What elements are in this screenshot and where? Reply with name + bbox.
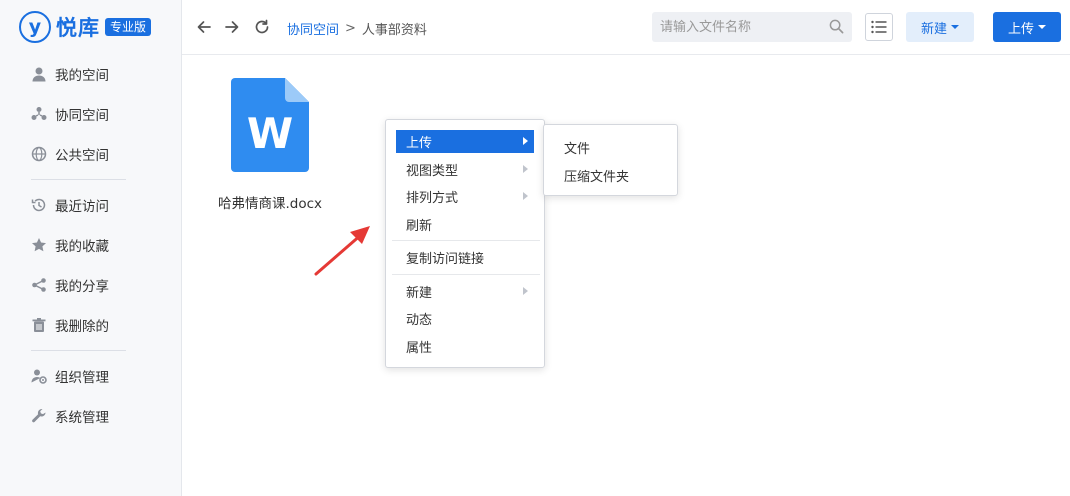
context-menu-item-upload[interactable]: 上传 [396, 130, 534, 153]
arrow-right-icon [225, 21, 239, 33]
user-icon [32, 67, 46, 82]
logo-mark-icon: y [19, 11, 51, 43]
breadcrumb-separator: > [345, 21, 356, 36]
file-item[interactable]: W 哈弗情商课.docx [214, 78, 326, 212]
caret-down-icon [1038, 25, 1046, 29]
edition-badge: 专业版 [105, 18, 152, 36]
context-menu-item-refresh[interactable]: 刷新 [396, 213, 534, 236]
context-menu-item-sort[interactable]: 排列方式 [396, 185, 534, 208]
breadcrumb-current: 人事部资料 [361, 23, 427, 38]
submenu-arrow-icon [523, 137, 528, 145]
back-button[interactable] [195, 18, 213, 36]
context-menu-item-copy-link[interactable]: 复制访问链接 [396, 246, 534, 269]
context-menu-item-view-type[interactable]: 视图类型 [396, 158, 534, 181]
forward-button[interactable] [223, 18, 241, 36]
menu-item-label: 动态 [406, 313, 433, 328]
submenu-arrow-icon [523, 165, 528, 173]
new-dropdown-button[interactable]: 新建 [906, 12, 974, 42]
submenu-item-file[interactable]: 文件 [564, 136, 590, 158]
sidebar-item-org-management[interactable]: 组织管理 [0, 356, 182, 396]
sidebar-nav: 我的空间 协同空间 公共空间 最近访问 我的收藏 我的分享 我删除的 组织管理 … [0, 54, 182, 436]
menu-item-label: 上传 [406, 136, 433, 151]
sidebar-item-shares[interactable]: 我的分享 [0, 265, 182, 305]
sidebar-item-my-space[interactable]: 我的空间 [0, 54, 182, 94]
menu-item-label: 视图类型 [406, 164, 459, 179]
sidebar-item-label: 系统管理 [55, 410, 109, 426]
sidebar-item-label: 我的分享 [55, 279, 109, 295]
nav-divider [31, 179, 126, 180]
breadcrumb-root-link[interactable]: 协同空间 [287, 19, 339, 38]
brand-logo[interactable]: y 悦库 专业版 [19, 10, 152, 44]
context-menu-item-activity[interactable]: 动态 [396, 307, 534, 330]
menu-item-label: 排列方式 [406, 191, 459, 206]
svg-text:W: W [247, 109, 293, 158]
submenu-arrow-icon [523, 192, 528, 200]
sidebar-item-system-management[interactable]: 系统管理 [0, 396, 182, 436]
sidebar-item-label: 我的收藏 [55, 239, 109, 255]
collaborate-icon [31, 107, 47, 120]
word-document-icon: W [231, 78, 309, 172]
context-menu: 上传 视图类型 排列方式 刷新 复制访问链接 新建 动态 属性 [385, 119, 545, 368]
sidebar-item-label: 我的空间 [55, 68, 109, 84]
sidebar-item-label: 我删除的 [55, 319, 109, 335]
menu-item-label: 属性 [406, 341, 433, 356]
submenu-arrow-icon [523, 287, 528, 295]
search-input[interactable] [652, 13, 820, 41]
new-button-label: 新建 [920, 21, 947, 37]
context-menu-item-new[interactable]: 新建 [396, 280, 534, 303]
list-view-icon [871, 20, 887, 34]
star-icon [32, 238, 46, 252]
app-window: y 悦库 专业版 我的空间 协同空间 公共空间 最近访问 我的收藏 我的分享 我… [0, 0, 1070, 496]
menu-separator [392, 240, 540, 241]
upload-submenu: 文件 压缩文件夹 [543, 124, 678, 196]
file-name: 哈弗情商课.docx [217, 196, 323, 212]
sidebar-item-label: 协同空间 [55, 108, 109, 124]
toolbar: 协同空间 > 人事部资料 新建 上传 [182, 0, 1070, 55]
globe-icon [31, 146, 47, 162]
brand-name: 悦库 [56, 16, 100, 40]
view-toggle-button[interactable] [865, 13, 893, 41]
upload-dropdown-button[interactable]: 上传 [993, 12, 1061, 42]
sidebar: y 悦库 专业版 我的空间 协同空间 公共空间 最近访问 我的收藏 我的分享 我… [0, 0, 182, 496]
org-icon [31, 369, 47, 384]
menu-item-label: 新建 [406, 286, 433, 301]
context-menu-item-properties[interactable]: 属性 [396, 335, 534, 358]
sidebar-item-deleted[interactable]: 我删除的 [0, 305, 182, 345]
trash-icon [32, 318, 46, 332]
menu-item-label: 复制访问链接 [406, 252, 485, 267]
sidebar-item-favorites[interactable]: 我的收藏 [0, 225, 182, 265]
menu-item-label: 刷新 [406, 219, 433, 234]
sidebar-item-label: 公共空间 [55, 148, 109, 164]
sidebar-item-label: 最近访问 [55, 199, 109, 215]
share-icon [32, 278, 46, 292]
history-icon [31, 198, 46, 212]
submenu-item-zip-folder[interactable]: 压缩文件夹 [564, 164, 629, 186]
arrow-left-icon [197, 21, 211, 33]
sidebar-item-label: 组织管理 [55, 370, 109, 386]
search-icon[interactable] [829, 19, 844, 34]
upload-button-label: 上传 [1007, 21, 1034, 37]
search-box [652, 12, 852, 42]
sidebar-item-collab-space[interactable]: 协同空间 [0, 94, 182, 134]
wrench-icon [32, 408, 46, 423]
sidebar-item-public-space[interactable]: 公共空间 [0, 134, 182, 174]
breadcrumb: 协同空间 > 人事部资料 [287, 19, 427, 38]
caret-down-icon [951, 25, 959, 29]
nav-divider [31, 350, 126, 351]
sidebar-item-recent[interactable]: 最近访问 [0, 185, 182, 225]
refresh-button[interactable] [253, 18, 271, 36]
refresh-icon [255, 19, 269, 34]
red-arrow-annotation [314, 226, 370, 276]
menu-separator [392, 274, 540, 275]
